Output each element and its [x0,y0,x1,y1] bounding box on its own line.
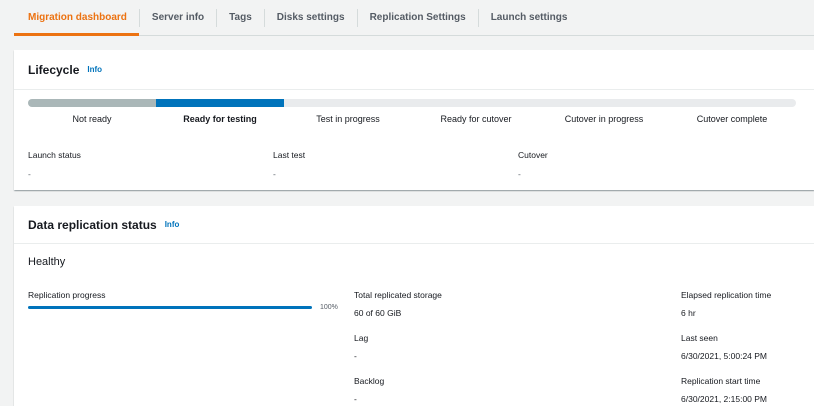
tab-tags[interactable]: Tags [217,0,264,35]
launch-status-field: Launch status - [28,150,81,179]
backlog-value: - [354,394,357,404]
replication-start-time-value: 6/30/2021, 2:15:00 PM [681,394,768,404]
lag-field: Lag - [354,333,368,361]
cutover-value: - [518,169,521,179]
replication-title: Data replication status [28,217,157,232]
replication-progress-percent: 100% [320,304,338,311]
lifecycle-step-label: Cutover in progress [564,114,644,124]
lifecycle-step-labels: Not ready Ready for testing Test in prog… [28,114,796,124]
lag-value: - [354,351,357,361]
lifecycle-step-label: Ready for cutover [440,114,512,124]
lifecycle-step-label: Ready for testing [183,114,257,124]
tab-replication-settings[interactable]: Replication Settings [358,0,478,35]
replication-progress-label: Replication progress [28,290,106,300]
lifecycle-step-segment [540,99,668,107]
lifecycle-step-segment [28,99,156,107]
replication-start-time-field: Replication start time 6/30/2021, 2:15:0… [681,376,767,404]
tab-server-info[interactable]: Server info [140,0,216,35]
data-replication-panel: Data replication status Info Healthy Rep… [14,206,814,406]
replication-start-time-label: Replication start time [681,376,761,386]
lifecycle-step-segment [412,99,540,107]
tab-launch-settings[interactable]: Launch settings [479,0,580,35]
last-seen-field: Last seen 6/30/2021, 5:00:24 PM [681,333,767,361]
lifecycle-panel: Lifecycle Info Not ready Ready for testi… [14,50,814,190]
tab-disks-settings[interactable]: Disks settings [265,0,357,35]
lag-label: Lag [354,333,369,343]
lifecycle-title: Lifecycle [28,62,80,77]
lifecycle-step-segment [156,99,284,107]
elapsed-replication-time-value: 6 hr [681,308,696,318]
replication-progress-fill [28,306,312,309]
lifecycle-step-segment [668,99,796,107]
backlog-field: Backlog - [354,376,384,404]
last-test-label: Last test [273,150,306,160]
replication-info-link[interactable]: Info [165,220,180,229]
last-seen-label: Last seen [681,333,718,343]
last-seen-value: 6/30/2021, 5:00:24 PM [681,351,768,361]
replication-header: Data replication status Info [14,206,814,244]
backlog-label: Backlog [354,376,385,386]
total-replicated-storage-field: Total replicated storage 60 of 60 GiB [354,290,442,318]
tab-bar: Migration dashboard Server info Tags Dis… [14,0,814,36]
launch-status-value: - [28,169,31,179]
replication-progress-bar [28,306,312,309]
lifecycle-step-label: Cutover complete [696,114,768,124]
lifecycle-progress-track [28,99,796,107]
last-test-field: Last test - [273,150,305,179]
elapsed-replication-time-field: Elapsed replication time 6 hr [681,290,771,318]
launch-status-label: Launch status [28,150,81,160]
last-test-value: - [273,169,276,179]
lifecycle-step-label: Test in progress [316,114,380,124]
total-replicated-storage-label: Total replicated storage [354,290,442,300]
cutover-label: Cutover [518,150,548,160]
tab-migration-dashboard[interactable]: Migration dashboard [14,0,139,36]
cutover-field: Cutover - [518,150,548,179]
replication-health-status: Healthy [28,256,66,268]
total-replicated-storage-value: 60 of 60 GiB [354,308,402,318]
lifecycle-info-link[interactable]: Info [87,65,102,74]
elapsed-replication-time-label: Elapsed replication time [681,290,772,300]
lifecycle-step-segment [284,99,412,107]
lifecycle-step-label: Not ready [72,114,112,124]
lifecycle-header: Lifecycle Info [14,50,814,90]
